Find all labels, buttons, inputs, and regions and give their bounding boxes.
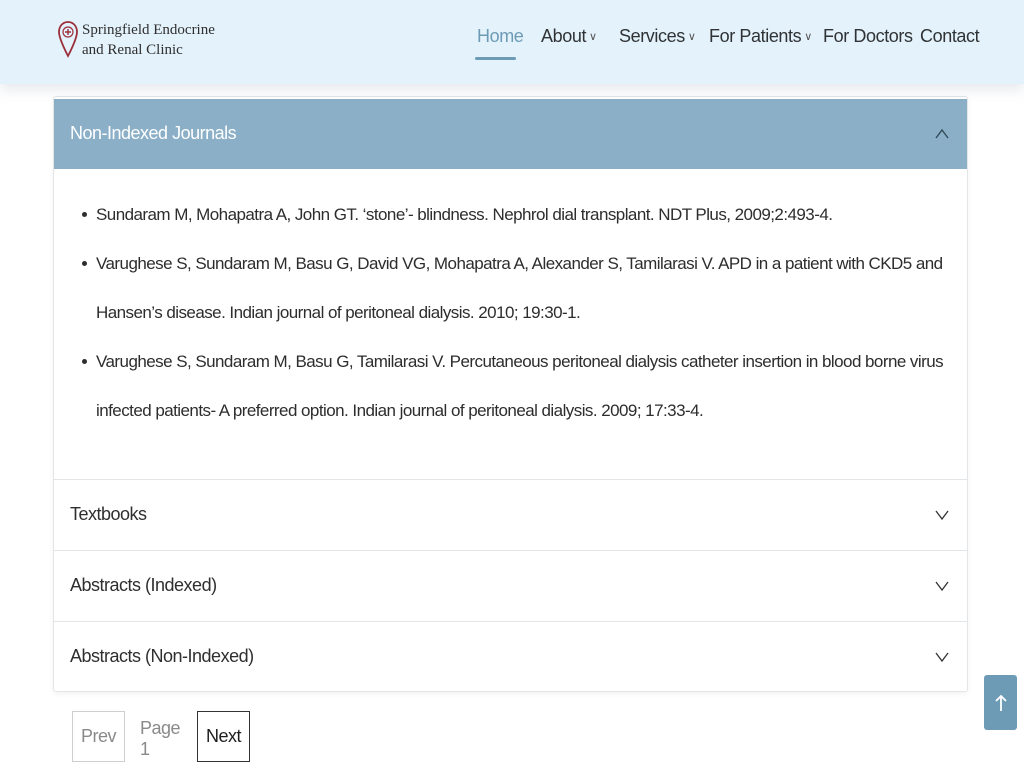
- accordion-title: Abstracts (Indexed): [70, 575, 217, 595]
- reference-item: Varughese S, Sundaram M, Basu G, Tamilar…: [82, 337, 952, 435]
- clinic-name-line2: and Renal Clinic: [82, 42, 183, 58]
- chevron-down-icon: [935, 510, 949, 521]
- reference-item: Sundaram M, Mohapatra A, John GT. ‘stone…: [82, 190, 952, 239]
- nav-about-label: About: [541, 26, 587, 46]
- chevron-up-icon: [935, 128, 949, 139]
- nav-home[interactable]: Home: [475, 26, 524, 60]
- accordion-header-textbooks[interactable]: Textbooks: [54, 479, 967, 550]
- accordion-title: Non-Indexed Journals: [70, 123, 237, 143]
- back-to-top-button[interactable]: [984, 675, 1017, 730]
- accordion-header-non-indexed-journals[interactable]: Non-Indexed Journals: [54, 99, 967, 169]
- active-nav-underline: [475, 57, 516, 60]
- nav-contact-label: Contact: [920, 26, 980, 46]
- nav-home-label: Home: [477, 26, 524, 46]
- chevron-down-icon: [935, 581, 949, 592]
- prev-page-button[interactable]: Prev: [72, 711, 125, 762]
- nav-for-patients-label: For Patients: [709, 26, 802, 46]
- chevron-down-icon: ∨: [589, 31, 597, 43]
- reference-list: Sundaram M, Mohapatra A, John GT. ‘stone…: [82, 190, 952, 435]
- accordion-header-abstracts-non-indexed[interactable]: Abstracts (Non-Indexed): [54, 621, 967, 692]
- nav-for-doctors[interactable]: For Doctors: [823, 26, 913, 54]
- clinic-name-line1: Springfield Endocrine: [82, 22, 215, 38]
- nav-services[interactable]: Services ∨: [619, 26, 696, 54]
- map-pin-icon: [58, 21, 78, 58]
- publications-accordion: Non-Indexed Journals Sundaram M, Mohapat…: [53, 96, 968, 692]
- reference-item: Varughese S, Sundaram M, Basu G, David V…: [82, 239, 952, 337]
- nav-contact[interactable]: Contact: [920, 26, 980, 54]
- clinic-logo[interactable]: Springfield Endocrine and Renal Clinic: [58, 20, 215, 60]
- chevron-down-icon: [935, 652, 949, 663]
- chevron-down-icon: ∨: [687, 31, 696, 43]
- nav-services-label: Services: [619, 26, 685, 46]
- nav-about[interactable]: About ∨: [541, 26, 597, 54]
- accordion-title: Textbooks: [70, 504, 147, 524]
- accordion-panel-non-indexed-journals: Sundaram M, Mohapatra A, John GT. ‘stone…: [54, 169, 967, 479]
- accordion-title: Abstracts (Non-Indexed): [70, 646, 254, 666]
- arrow-up-icon: [994, 694, 1007, 711]
- nav-for-patients[interactable]: For Patients ∨: [709, 26, 812, 54]
- nav-for-doctors-label: For Doctors: [823, 26, 913, 46]
- accordion-header-abstracts-indexed[interactable]: Abstracts (Indexed): [54, 550, 967, 621]
- current-page-label: Page 1: [140, 718, 181, 759]
- chevron-down-icon: ∨: [804, 31, 812, 43]
- site-header: Springfield Endocrine and Renal Clinic H…: [0, 0, 1024, 84]
- next-page-button[interactable]: Next: [197, 711, 250, 762]
- clinic-name: Springfield Endocrine and Renal Clinic: [82, 20, 215, 60]
